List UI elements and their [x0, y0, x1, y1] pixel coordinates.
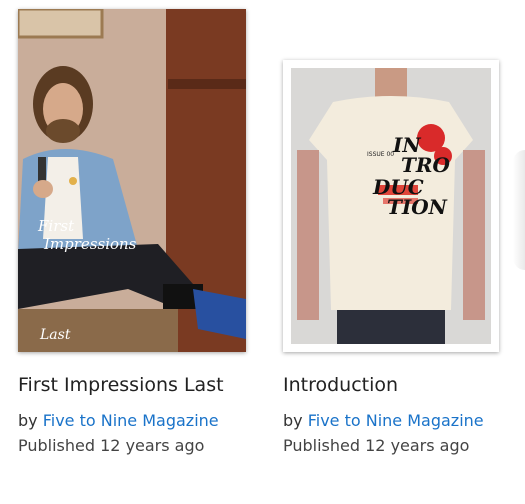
cover-title-text: TION	[387, 195, 448, 219]
published-date: Published 12 years ago	[18, 436, 205, 455]
author-link[interactable]: Five to Nine Magazine	[308, 411, 484, 430]
cover-script-text: Last	[39, 327, 71, 343]
cover-image: First Impressions Last	[18, 9, 246, 352]
cover-title-text: TRO	[401, 153, 451, 177]
by-prefix: by	[18, 411, 38, 430]
next-card-peek	[513, 150, 525, 270]
cover-script-text: First	[37, 217, 75, 235]
publication-card[interactable]: First Impressions Last First Impressions…	[18, 0, 248, 455]
cover-script-text: Impressions	[43, 235, 137, 253]
cover-image: ISSUE 00 IN TRO DUC TION	[283, 60, 499, 352]
publication-cover[interactable]: ISSUE 00 IN TRO DUC TION	[283, 60, 499, 352]
publication-cover[interactable]: First Impressions Last	[18, 9, 246, 352]
author-link[interactable]: Five to Nine Magazine	[43, 411, 219, 430]
publication-card[interactable]: ISSUE 00 IN TRO DUC TION Introduction by…	[283, 0, 513, 455]
publication-title[interactable]: Introduction	[283, 374, 398, 396]
publication-byline: by Five to Nine Magazine	[283, 411, 484, 430]
publication-title[interactable]: First Impressions Last	[18, 374, 224, 396]
cover-issue-text: ISSUE 00	[367, 151, 394, 158]
published-date: Published 12 years ago	[283, 436, 470, 455]
by-prefix: by	[283, 411, 303, 430]
publication-byline: by Five to Nine Magazine	[18, 411, 219, 430]
